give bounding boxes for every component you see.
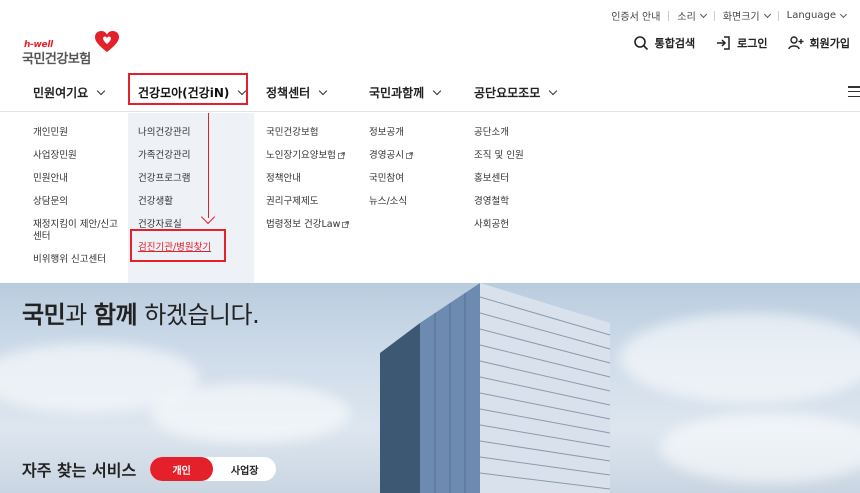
menu-link[interactable]: 노인장기요양보험 <box>266 150 349 162</box>
menu-link[interactable]: 국민건강보험 <box>266 127 349 139</box>
annotation-arrow <box>208 113 209 218</box>
menu-link[interactable]: 조직 및 인원 <box>474 150 524 162</box>
gnb-item-policy[interactable]: 정책센터 <box>266 84 328 101</box>
menu-link[interactable]: 정보공개 <box>369 127 413 139</box>
language-menu[interactable]: Language <box>787 10 848 21</box>
frequent-services: 자주 찾는 서비스 개인 사업장 <box>22 457 277 481</box>
divider <box>777 10 779 21</box>
search-icon <box>633 36 648 51</box>
site-logo[interactable]: h-well 국민건강보험 <box>22 30 122 67</box>
menu-link[interactable]: 정책안내 <box>266 173 349 185</box>
frequent-services-title: 자주 찾는 서비스 <box>22 461 137 480</box>
menu-column-about: 공단소개 조직 및 인원 홍보센터 경영철학 사회공헌 <box>474 127 524 242</box>
menu-column-together: 정보공개 경영공시 국민참여 뉴스/소식 <box>369 127 413 219</box>
chevron-down-icon <box>96 86 106 96</box>
chevron-down-icon <box>549 86 558 96</box>
tab-personal[interactable]: 개인 <box>150 457 214 481</box>
highlight-box-gnb <box>128 73 248 105</box>
sound-menu[interactable]: 소리 <box>677 8 707 23</box>
chevron-down-icon <box>699 10 707 18</box>
menu-link[interactable]: 나의건강관리 <box>138 127 211 139</box>
menu-link[interactable]: 사회공헌 <box>474 219 524 231</box>
mega-menu: 개인민원 사업장민원 민원안내 상담문의 재정지킴이 제안/신고센터 비위행위 … <box>0 113 860 283</box>
login-button[interactable]: 로그인 <box>715 35 768 51</box>
chevron-down-icon <box>763 10 771 18</box>
hamburger-menu-icon[interactable] <box>848 86 860 97</box>
menu-link[interactable]: 뉴스/소식 <box>369 196 413 208</box>
chevron-down-icon <box>432 86 442 96</box>
external-link-icon <box>338 152 345 159</box>
service-type-toggle: 개인 사업장 <box>150 457 277 481</box>
menu-column-policy: 국민건강보험 노인장기요양보험 정책안내 권리구제제도 법령정보 건강Law <box>266 127 350 242</box>
logo-title: 국민건강보험 <box>22 52 91 67</box>
divider <box>713 10 715 21</box>
gnb-item-together[interactable]: 국민과함께 <box>369 84 442 101</box>
utility-bar: 인증서 안내 소리 화면크기 Language <box>0 0 860 28</box>
menu-link[interactable]: 권리구제제도 <box>266 196 349 208</box>
heart-logo-icon <box>95 31 119 52</box>
login-icon <box>717 36 730 50</box>
building-image <box>380 283 611 493</box>
menu-link[interactable]: 재정지킴이 제안/신고센터 <box>33 219 125 243</box>
menu-link[interactable]: 건강생활 <box>138 196 211 208</box>
tab-business[interactable]: 사업장 <box>213 457 276 481</box>
menu-link[interactable]: 건강프로그램 <box>138 173 211 185</box>
menu-link[interactable]: 국민참여 <box>369 173 413 185</box>
gnb-item-civil[interactable]: 민원여기요 <box>33 84 106 101</box>
menu-link[interactable]: 홍보센터 <box>474 173 524 185</box>
menu-link[interactable]: 사업장민원 <box>33 150 125 162</box>
add-user-icon <box>787 36 804 50</box>
header-actions: 통합검색 로그인 회원가입 <box>633 35 850 51</box>
menu-link[interactable]: 법령정보 건강Law <box>266 219 350 231</box>
signup-button[interactable]: 회원가입 <box>787 35 850 51</box>
menu-link[interactable]: 공단소개 <box>474 127 524 139</box>
hero-headline: 국민과 함께 하겠습니다. <box>22 301 260 329</box>
menu-link[interactable]: 개인민원 <box>33 127 125 139</box>
menu-link[interactable]: 가족건강관리 <box>138 150 211 162</box>
hero-banner: 국민과 함께 하겠습니다. 자주 찾는 서비스 개인 사업장 <box>0 283 860 493</box>
search-button[interactable]: 통합검색 <box>633 35 695 51</box>
chevron-down-icon <box>318 86 328 96</box>
utility-links: 인증서 안내 소리 화면크기 Language <box>611 8 848 23</box>
highlight-box-menu <box>130 229 226 262</box>
chevron-down-icon <box>839 10 848 18</box>
cert-guide-link[interactable]: 인증서 안내 <box>611 8 660 23</box>
divider <box>668 10 670 21</box>
menu-column-civil: 개인민원 사업장민원 민원안내 상담문의 재정지킴이 제안/신고센터 비위행위 … <box>33 127 125 277</box>
menu-link[interactable]: 경영철학 <box>474 196 524 208</box>
menu-link[interactable]: 비위행위 신고센터 <box>33 254 125 266</box>
menu-link[interactable]: 상담문의 <box>33 196 125 208</box>
external-link-icon <box>406 152 413 159</box>
external-link-icon <box>342 221 350 228</box>
menu-link[interactable]: 경영공시 <box>369 150 413 162</box>
menu-link[interactable]: 민원안내 <box>33 173 125 185</box>
gnb-item-about[interactable]: 공단요모조모 <box>474 84 558 101</box>
zoom-menu[interactable]: 화면크기 <box>723 8 771 23</box>
